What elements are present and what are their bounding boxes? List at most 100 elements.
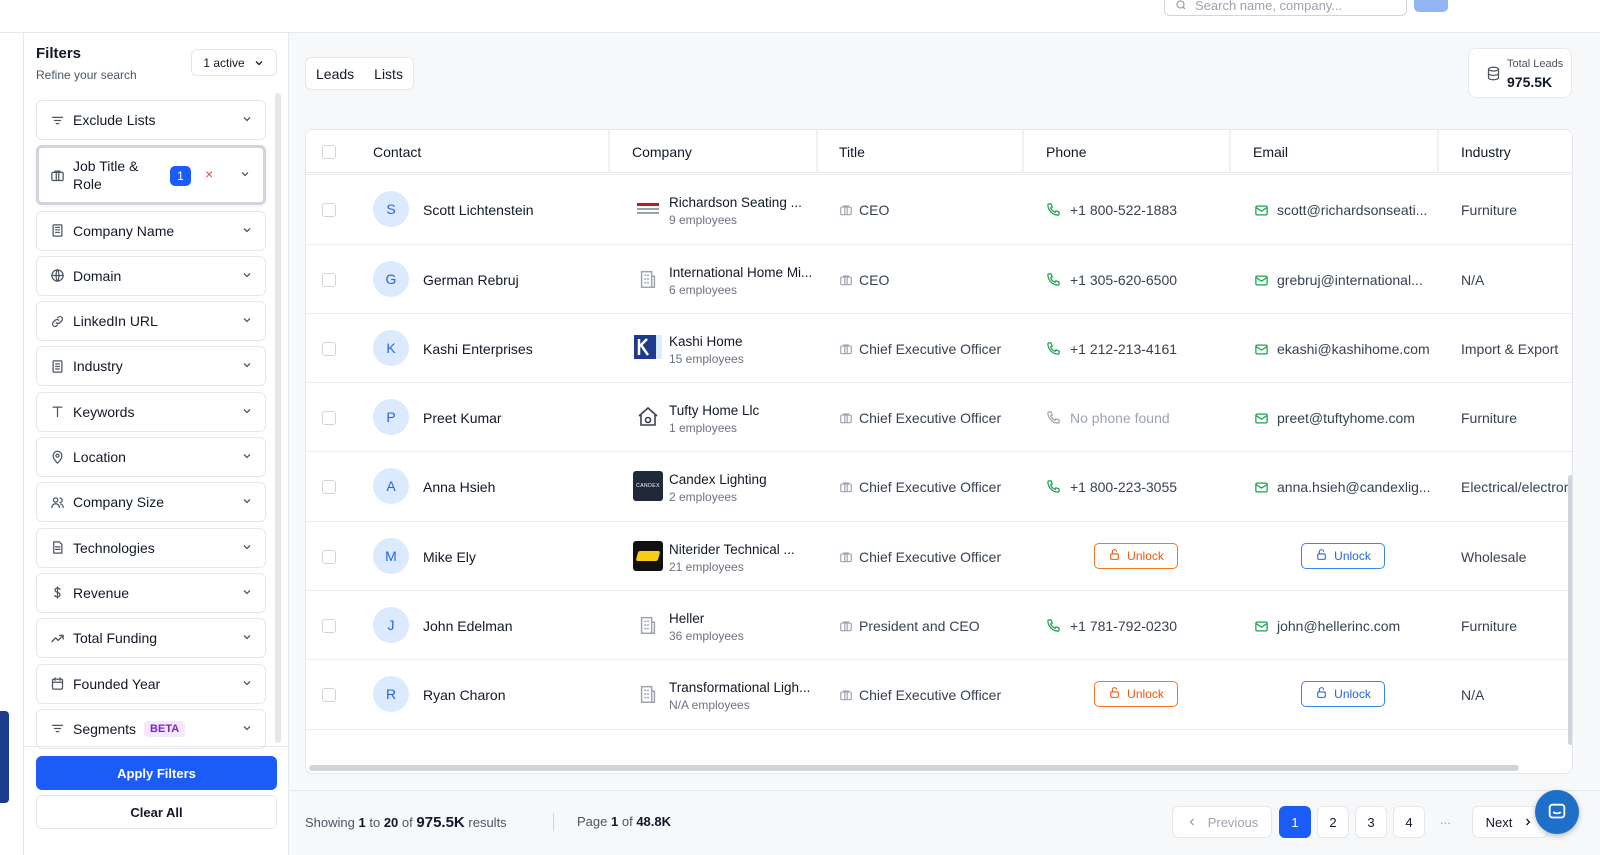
table-row[interactable]: K Kashi Enterprises Kashi Home 15 employees… xyxy=(306,314,1572,384)
phone-number[interactable]: +1 305-620-6500 xyxy=(1070,272,1177,288)
filter-item[interactable]: Job Title & Role 1 × xyxy=(36,145,266,206)
filter-item[interactable]: Segments BETA xyxy=(36,708,266,749)
row-checkbox[interactable] xyxy=(322,411,336,426)
table-row[interactable]: S Scott Lichtenstein Richardson Seating ..… xyxy=(306,175,1572,245)
table-row[interactable]: J John Edelman Heller 36 employees President… xyxy=(306,591,1572,661)
page-button-2[interactable]: 2 xyxy=(1317,806,1349,838)
email-address[interactable]: john@hellerinc.com xyxy=(1277,618,1400,634)
clear-filter-icon[interactable]: × xyxy=(205,166,213,182)
filter-item[interactable]: Total Funding xyxy=(36,618,266,659)
contact-name[interactable]: Kashi Enterprises xyxy=(423,341,533,357)
filter-item[interactable]: Keywords xyxy=(36,391,266,432)
column-email[interactable]: Email xyxy=(1253,144,1288,160)
company-logo xyxy=(633,540,663,571)
phone-icon xyxy=(1046,202,1061,220)
filter-item[interactable]: Company Size xyxy=(36,482,266,523)
table-row[interactable]: P Preet Kumar Tufty Home Llc 1 employees Chi… xyxy=(306,383,1572,453)
filter-label: Industry xyxy=(73,358,123,375)
column-company[interactable]: Company xyxy=(632,144,692,160)
filter-label: Exclude Lists xyxy=(73,112,156,128)
apply-filters-button[interactable]: Apply Filters xyxy=(36,756,277,790)
edge-tab[interactable] xyxy=(0,711,9,803)
search-button[interactable] xyxy=(1414,0,1448,12)
phone-number[interactable]: No phone found xyxy=(1070,410,1170,426)
phone-number[interactable]: +1 800-522-1883 xyxy=(1070,202,1177,218)
previous-page-button[interactable]: Previous xyxy=(1172,806,1272,838)
contact-name[interactable]: John Edelman xyxy=(423,618,513,634)
contact-name[interactable]: Mike Ely xyxy=(423,549,476,565)
page-button-1[interactable]: 1 xyxy=(1279,806,1311,838)
filter-item[interactable]: Domain xyxy=(36,255,266,296)
column-phone[interactable]: Phone xyxy=(1046,144,1086,160)
email-address[interactable]: scott@richardsonseati... xyxy=(1277,202,1427,218)
row-checkbox[interactable] xyxy=(322,341,336,356)
page-button-4[interactable]: 4 xyxy=(1393,806,1425,838)
contact-name[interactable]: Anna Hsieh xyxy=(423,479,495,495)
phone-number[interactable]: +1 212-213-4161 xyxy=(1070,341,1177,357)
unlock-phone-button[interactable]: Unlock xyxy=(1094,681,1178,708)
company-name[interactable]: Tufty Home Llc xyxy=(669,403,759,418)
row-checkbox[interactable] xyxy=(322,549,336,564)
column-title[interactable]: Title xyxy=(839,144,865,160)
filter-item[interactable]: Technologies xyxy=(36,527,266,568)
showing-from: 1 xyxy=(358,815,366,830)
top-bar: Search name, company... xyxy=(0,0,1600,33)
contact-name[interactable]: Preet Kumar xyxy=(423,410,502,426)
page-button-3[interactable]: 3 xyxy=(1355,806,1387,838)
row-checkbox[interactable] xyxy=(322,619,336,634)
vertical-scrollbar[interactable] xyxy=(1568,475,1572,745)
row-checkbox[interactable] xyxy=(322,272,336,287)
phone-number[interactable]: +1 800-223-3055 xyxy=(1070,479,1177,495)
row-checkbox[interactable] xyxy=(322,688,336,703)
select-all-checkbox[interactable] xyxy=(322,145,336,159)
table-row[interactable]: R Ryan Charon Transformational Ligh... N/A … xyxy=(306,660,1572,730)
contact-name[interactable]: Scott Lichtenstein xyxy=(423,202,534,218)
chevron-down-icon xyxy=(241,494,253,510)
mail-icon xyxy=(1254,203,1269,221)
horizontal-scrollbar[interactable] xyxy=(309,765,1519,771)
company-name[interactable]: Niterider Technical ... xyxy=(669,542,795,557)
chat-button[interactable] xyxy=(1535,790,1579,834)
unlock-phone-button[interactable]: Unlock xyxy=(1094,542,1178,569)
company-name[interactable]: Richardson Seating ... xyxy=(669,195,802,210)
row-checkbox[interactable] xyxy=(322,480,336,495)
footer-divider xyxy=(290,790,1600,791)
email-address[interactable]: preet@tuftyhome.com xyxy=(1277,410,1415,426)
phone-icon xyxy=(1046,410,1061,428)
row-checkbox[interactable] xyxy=(322,203,336,218)
search-input[interactable]: Search name, company... xyxy=(1164,0,1407,16)
email-address[interactable]: grebruj@international... xyxy=(1277,272,1423,288)
contact-name[interactable]: German Rebruj xyxy=(423,272,519,288)
company-name[interactable]: Kashi Home xyxy=(669,334,743,349)
filter-item[interactable]: Revenue xyxy=(36,572,266,613)
unlock-email-button[interactable]: Unlock xyxy=(1301,681,1385,708)
table-row[interactable]: A Anna Hsieh CANDEX Candex Lighting 2 employ… xyxy=(306,452,1572,522)
tab-lists[interactable]: Lists xyxy=(374,66,403,82)
unlock-email-button[interactable]: Unlock xyxy=(1301,542,1385,569)
table-row[interactable]: M Mike Ely Niterider Technical ... 21 emplo… xyxy=(306,522,1572,592)
filter-item[interactable]: LinkedIn URL xyxy=(36,301,266,342)
contact-name[interactable]: Ryan Charon xyxy=(423,687,506,703)
column-contact[interactable]: Contact xyxy=(373,144,421,160)
phone-number[interactable]: +1 781-792-0230 xyxy=(1070,618,1177,634)
clear-all-button[interactable]: Clear All xyxy=(36,795,277,829)
filter-item[interactable]: Industry xyxy=(36,346,266,387)
company-name[interactable]: Candex Lighting xyxy=(669,472,767,487)
column-industry[interactable]: Industry xyxy=(1461,144,1511,160)
filter-item[interactable]: Exclude Lists xyxy=(36,100,266,140)
filter-item[interactable]: Founded Year xyxy=(36,663,266,704)
active-filters-dropdown[interactable]: 1 active xyxy=(191,49,277,76)
email-address[interactable]: anna.hsieh@candexlig... xyxy=(1277,479,1431,495)
company-name[interactable]: International Home Mi... xyxy=(669,265,812,280)
active-filters-label: 1 active xyxy=(203,55,245,70)
lock-icon xyxy=(1108,548,1121,564)
tab-leads[interactable]: Leads xyxy=(316,66,354,82)
company-name[interactable]: Heller xyxy=(669,611,704,626)
company-name[interactable]: Transformational Ligh... xyxy=(669,680,810,695)
email-address[interactable]: ekashi@kashihome.com xyxy=(1277,341,1430,357)
showing-results-word: results xyxy=(468,815,507,830)
table-row[interactable]: G German Rebruj International Home Mi... 6 … xyxy=(306,245,1572,314)
filter-item[interactable]: Location xyxy=(36,437,266,478)
filter-item[interactable]: Company Name xyxy=(36,210,266,251)
sidebar-scrollbar[interactable] xyxy=(275,93,281,743)
